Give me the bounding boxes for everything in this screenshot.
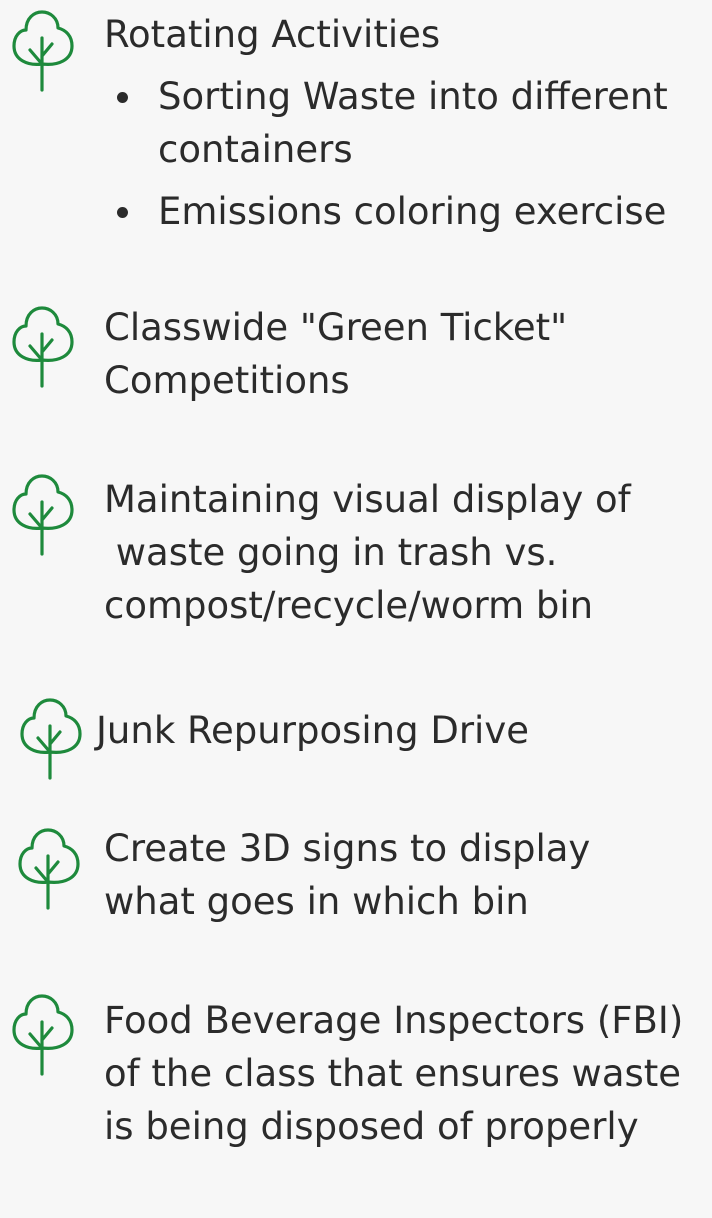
tree-icon <box>8 472 76 556</box>
tree-icon <box>8 8 76 92</box>
activity-label: Maintaining visual display of waste goin… <box>104 478 631 627</box>
tree-icon <box>16 696 84 780</box>
sub-list-item: Emissions coloring exercise <box>116 185 706 238</box>
activity-label: Food Beverage Inspectors (FBI) of the cl… <box>104 999 696 1148</box>
activity-label: Rotating Activities <box>104 13 441 56</box>
activity-label: Create 3D signs to display what goes in … <box>104 827 603 923</box>
sub-list-item: Sorting Waste into different containers <box>116 70 706 176</box>
tree-icon <box>14 826 82 910</box>
activity-label: Junk Repurposing Drive <box>96 709 529 752</box>
activity-label: Classwide "Green Ticket" Competitions <box>104 306 579 402</box>
rotating-activities-sublist: Sorting Waste into different containers … <box>116 70 706 238</box>
tree-icon <box>8 992 76 1076</box>
tree-icon <box>8 304 76 388</box>
